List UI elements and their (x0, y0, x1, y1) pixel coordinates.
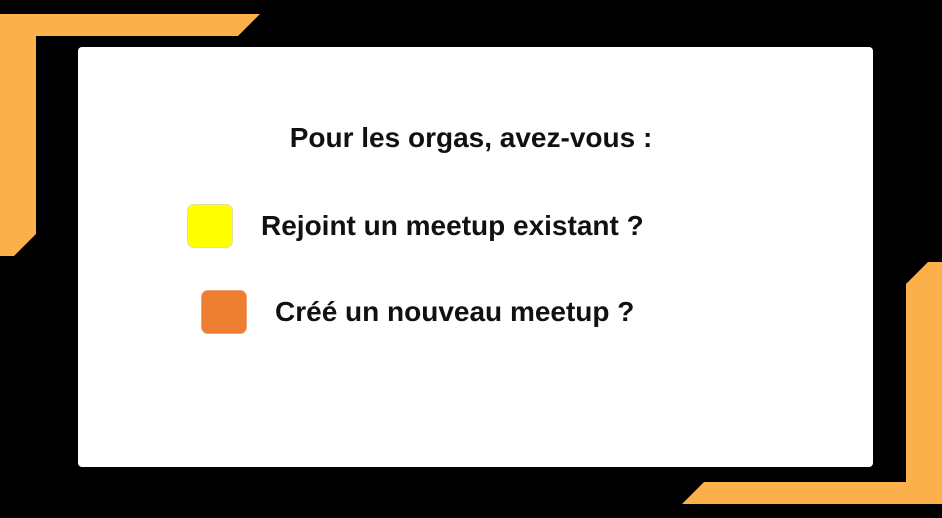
question-title: Pour les orgas, avez-vous : (289, 122, 653, 153)
content-card (78, 47, 873, 467)
option-create-label: Créé un nouveau meetup ? (275, 296, 635, 327)
option-join-existing: Rejoint un meetup existant ? (187, 204, 644, 248)
option-join-label: Rejoint un meetup existant ? (261, 210, 644, 241)
orange-swatch (201, 290, 247, 334)
option-create-new: Créé un nouveau meetup ? (201, 290, 634, 334)
yellow-swatch (187, 204, 233, 248)
slide: Pour les orgas, avez-vous : Rejoint un m… (0, 0, 942, 518)
